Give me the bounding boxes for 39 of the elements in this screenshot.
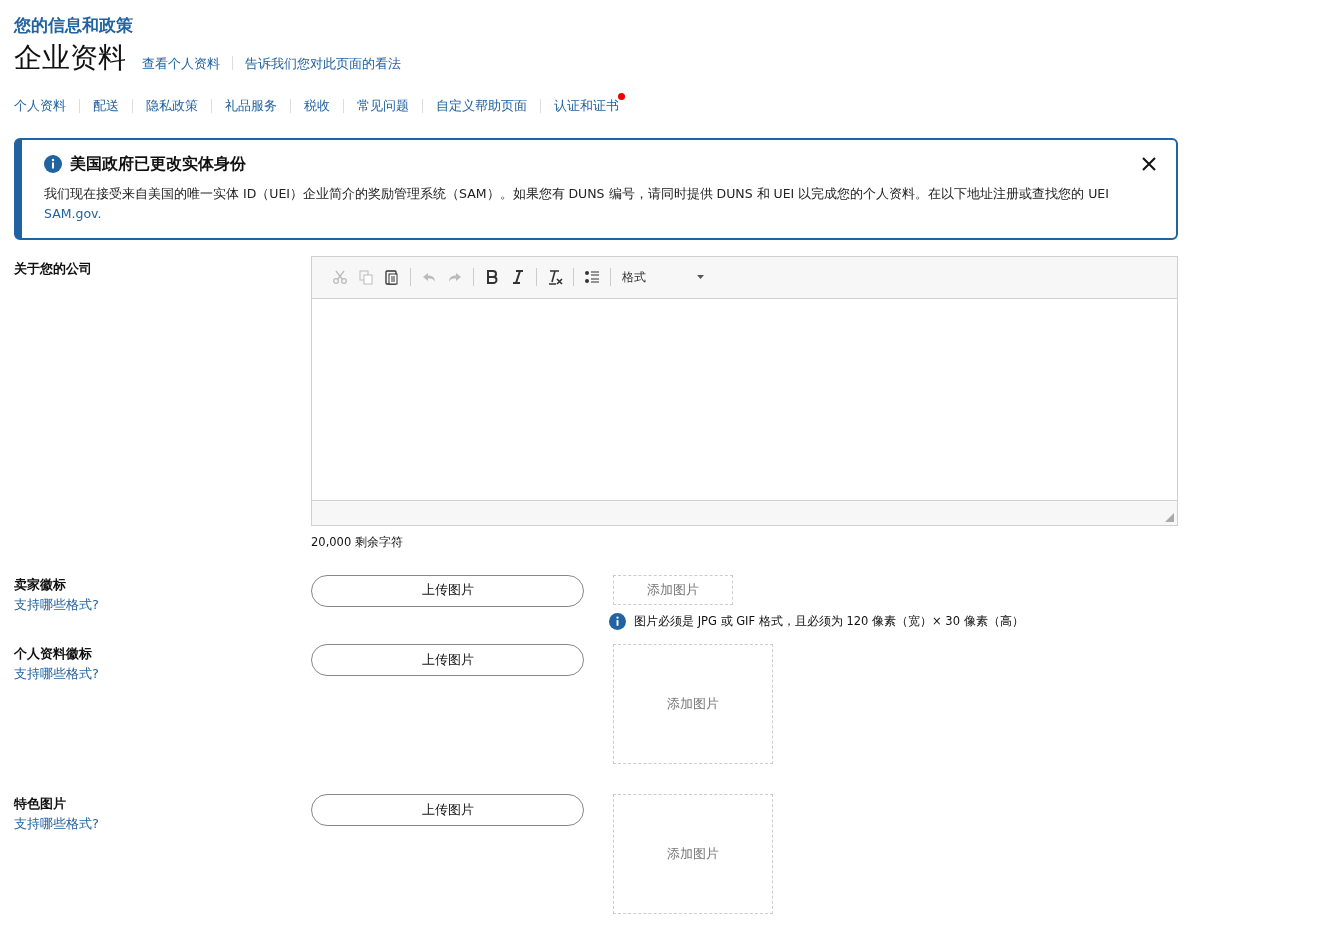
breadcrumb[interactable]: 您的信息和政策: [14, 12, 1312, 38]
nav-tab[interactable]: 自定义帮助页面: [436, 96, 527, 116]
nav-tab[interactable]: 个人资料: [14, 96, 66, 116]
format-dropdown[interactable]: 格式: [622, 268, 704, 286]
italic-icon[interactable]: [510, 269, 526, 285]
nav-tab[interactable]: 常见问题: [357, 96, 409, 116]
character-count: 20,000 剩余字符: [311, 533, 404, 551]
image-placeholder[interactable]: 添加图片: [613, 794, 773, 914]
clear-format-icon[interactable]: [547, 269, 563, 285]
nav-tab[interactable]: 礼品服务: [225, 96, 277, 116]
caret-icon: [697, 275, 704, 279]
info-icon: [609, 612, 626, 630]
field-label: 关于您的公司: [14, 260, 92, 276]
bullet-list-icon[interactable]: [584, 269, 600, 285]
header-link[interactable]: 告诉我们您对此页面的看法: [245, 53, 401, 73]
alert-message: 我们现在接受来自美国的唯一实体 ID（UEI）企业简介的奖励管理系统（SAM）。如果您有 DUNS 编号，请同时提供 DUNS 和 UEI 以完成您的个人资料。在以下地址注册或查找您的 UEI SAM.gov.: [44, 184, 1110, 223]
field-label: 个人资料徽标: [14, 645, 93, 663]
info-icon: [44, 154, 62, 173]
image-placeholder[interactable]: 添加图片: [613, 574, 733, 605]
format-note: 图片必须是 JPG 或 GIF 格式，且必须为 120 像素（宽）× 30 像素（高）: [634, 612, 1024, 630]
nav-tab[interactable]: 隐私政策: [146, 96, 198, 116]
sam-link[interactable]: SAM.gov.: [44, 205, 102, 221]
nav-tab[interactable]: 认证和证书: [554, 96, 619, 116]
bold-icon[interactable]: [484, 269, 500, 285]
header-link[interactable]: 查看个人资料: [142, 53, 220, 73]
field-label: 特色图片: [14, 795, 67, 813]
alert-title: 美国政府已更改实体身份: [70, 152, 247, 175]
help-link[interactable]: 支持哪些格式?: [14, 814, 311, 834]
help-link[interactable]: 支持哪些格式?: [14, 664, 311, 684]
resize-handle-icon[interactable]: [1165, 512, 1174, 522]
nav-tab[interactable]: 税收: [304, 96, 330, 116]
paste-icon[interactable]: [384, 269, 400, 285]
rich-text-editor[interactable]: 格式: [311, 255, 1178, 526]
nav-tab[interactable]: 配送: [93, 96, 119, 116]
image-placeholder[interactable]: 添加图片: [613, 644, 773, 764]
field-label: 卖家徽标: [14, 575, 67, 594]
help-link[interactable]: 支持哪些格式?: [14, 594, 311, 615]
close-icon[interactable]: [1142, 156, 1156, 171]
page-title: 企业资料: [14, 40, 126, 76]
